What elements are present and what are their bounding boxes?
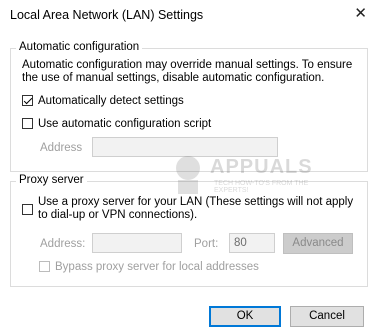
proxy-address-input[interactable]: [92, 233, 182, 253]
use-script-checkbox[interactable]: [22, 118, 33, 129]
proxy-port-label: Port:: [194, 238, 219, 250]
script-address-label: Address: [40, 142, 83, 154]
script-address-input[interactable]: [92, 137, 278, 157]
bypass-local-checkbox[interactable]: [39, 261, 50, 272]
use-proxy-label[interactable]: Use a proxy server for your LAN (These s…: [38, 196, 358, 222]
auto-detect-checkbox[interactable]: [22, 95, 33, 106]
bypass-local-label[interactable]: Bypass proxy server for local addresses: [55, 261, 259, 274]
auto-config-legend: Automatic configuration: [16, 41, 143, 53]
proxy-server-legend: Proxy server: [16, 174, 87, 186]
window-title: Local Area Network (LAN) Settings: [10, 8, 204, 22]
cancel-button[interactable]: Cancel: [290, 306, 364, 327]
ok-button[interactable]: OK: [209, 306, 281, 327]
advanced-button[interactable]: Advanced: [283, 233, 353, 254]
title-bar: Local Area Network (LAN) Settings ✕: [0, 0, 379, 30]
proxy-port-input[interactable]: 80: [229, 233, 275, 253]
close-icon[interactable]: ✕: [354, 4, 367, 24]
use-script-label[interactable]: Use automatic configuration script: [38, 118, 211, 131]
use-proxy-checkbox[interactable]: [22, 204, 33, 215]
proxy-address-label: Address:: [40, 238, 86, 250]
auto-config-description: Automatic configuration may override man…: [22, 59, 353, 84]
auto-detect-label[interactable]: Automatically detect settings: [38, 95, 184, 108]
